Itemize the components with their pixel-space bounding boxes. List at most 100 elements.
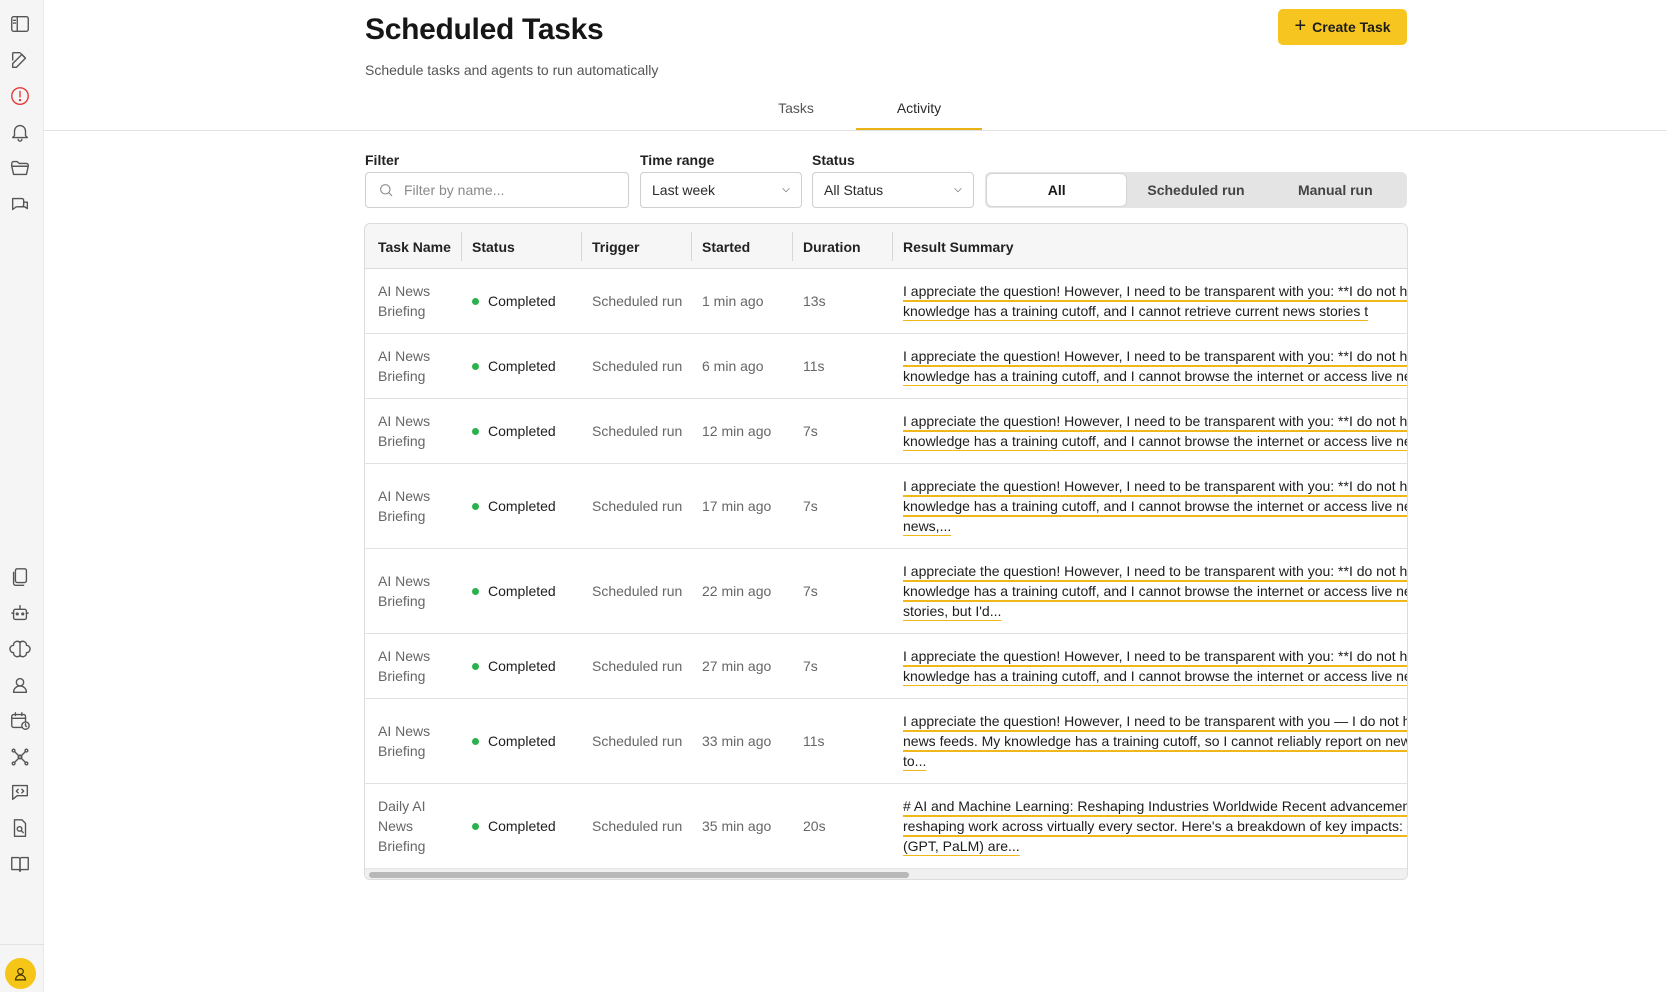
page-subtitle: Schedule tasks and agents to run automat… xyxy=(365,62,659,78)
create-task-button[interactable]: + Create Task xyxy=(1278,9,1407,45)
sidebar-toggle-icon[interactable] xyxy=(8,12,32,36)
search-field[interactable] xyxy=(365,172,629,208)
documents-icon[interactable] xyxy=(8,565,32,589)
network-icon[interactable] xyxy=(8,745,32,769)
chevron-down-icon xyxy=(954,187,962,193)
status-text: Completed xyxy=(488,293,556,309)
calendar-clock-icon[interactable] xyxy=(8,709,32,733)
status-text: Completed xyxy=(488,423,556,439)
started-cell: 12 min ago xyxy=(702,423,772,439)
table-row[interactable]: AI News Briefing Completed Scheduled run … xyxy=(365,399,1407,464)
tab-tasks[interactable]: Tasks xyxy=(770,100,822,116)
user-avatar[interactable] xyxy=(5,958,36,989)
table-row[interactable]: AI News Briefing Completed Scheduled run … xyxy=(365,549,1407,634)
column-resize-handle[interactable] xyxy=(792,232,793,261)
activity-table: Task Name Status Trigger Started Duratio… xyxy=(364,223,1408,880)
new-chat-icon[interactable] xyxy=(8,48,32,72)
segment-manual-run[interactable]: Manual run xyxy=(1266,174,1405,206)
task-name: AI News Briefing xyxy=(378,648,431,684)
status-dot xyxy=(472,427,479,435)
duration-cell: 11s xyxy=(803,358,825,374)
result-summary-link[interactable]: # AI and Machine Learning: Reshaping Ind… xyxy=(903,796,1407,856)
status-text: Completed xyxy=(488,583,556,599)
result-summary-link[interactable]: I appreciate the question! However, I ne… xyxy=(903,411,1407,451)
sidebar xyxy=(0,0,44,992)
trigger-cell: Scheduled run xyxy=(592,498,683,514)
code-chat-icon[interactable] xyxy=(8,780,32,804)
status-dot xyxy=(472,587,479,595)
page-title: Scheduled Tasks xyxy=(365,13,604,46)
segment-scheduled-run[interactable]: Scheduled run xyxy=(1126,174,1265,206)
status-cell: Completed xyxy=(472,421,556,441)
filter-label: Filter xyxy=(365,152,400,168)
column-resize-handle[interactable] xyxy=(581,232,582,261)
column-header-status[interactable]: Status xyxy=(472,224,515,269)
status-cell: Completed xyxy=(472,731,556,751)
book-icon[interactable] xyxy=(8,852,32,876)
status-cell: Completed xyxy=(472,816,556,836)
table-row[interactable]: AI News Briefing Completed Scheduled run … xyxy=(365,269,1407,334)
column-resize-handle[interactable] xyxy=(892,232,893,261)
duration-cell: 20s xyxy=(803,818,826,834)
task-name: AI News Briefing xyxy=(378,488,431,524)
column-header-trigger[interactable]: Trigger xyxy=(592,224,639,269)
status-text: Completed xyxy=(488,498,556,514)
result-summary-link[interactable]: I appreciate the question! However, I ne… xyxy=(903,561,1407,621)
time-range-label: Time range xyxy=(640,152,715,168)
duration-cell: 7s xyxy=(803,423,818,439)
folder-icon[interactable] xyxy=(8,156,32,180)
search-icon xyxy=(380,184,393,197)
trigger-segmented-control: All Scheduled run Manual run xyxy=(985,172,1407,208)
started-cell: 6 min ago xyxy=(702,358,764,374)
column-header-started[interactable]: Started xyxy=(702,224,750,269)
duration-cell: 7s xyxy=(803,498,818,514)
result-summary-link[interactable]: I appreciate the question! However, I ne… xyxy=(903,281,1407,321)
status-select[interactable]: All Status xyxy=(812,172,974,208)
task-name: AI News Briefing xyxy=(378,413,431,449)
status-label: Status xyxy=(812,152,855,168)
result-summary-link[interactable]: I appreciate the question! However, I ne… xyxy=(903,476,1407,536)
alert-icon[interactable] xyxy=(8,84,32,108)
time-range-select[interactable]: Last week xyxy=(640,172,802,208)
table-row[interactable]: AI News Briefing Completed Scheduled run … xyxy=(365,464,1407,549)
brain-icon[interactable] xyxy=(8,637,32,661)
table-row[interactable]: AI News Briefing Completed Scheduled run … xyxy=(365,699,1407,784)
horizontal-scrollbar[interactable] xyxy=(365,868,1407,879)
segment-all[interactable]: All xyxy=(987,174,1127,206)
duration-cell: 7s xyxy=(803,583,818,599)
result-summary-link[interactable]: I appreciate the question! However, I ne… xyxy=(903,646,1407,686)
result-summary-link[interactable]: I appreciate the question! However, I ne… xyxy=(903,346,1407,386)
started-cell: 35 min ago xyxy=(702,818,772,834)
document-search-icon[interactable] xyxy=(8,816,32,840)
tab-activity[interactable]: Activity xyxy=(856,100,982,116)
plus-icon: + xyxy=(1294,15,1307,37)
table-row[interactable]: AI News Briefing Completed Scheduled run … xyxy=(365,634,1407,699)
status-dot xyxy=(472,297,479,305)
task-name: AI News Briefing xyxy=(378,723,431,759)
column-header-result-summary[interactable]: Result Summary xyxy=(903,224,1013,269)
status-value: All Status xyxy=(824,182,884,198)
robot-icon[interactable] xyxy=(8,601,32,625)
status-dot xyxy=(472,502,479,510)
result-summary-link[interactable]: I appreciate the question! However, I ne… xyxy=(903,711,1407,771)
trigger-cell: Scheduled run xyxy=(592,293,683,309)
table-row[interactable]: AI News Briefing Completed Scheduled run … xyxy=(365,334,1407,399)
user-headset-icon[interactable] xyxy=(8,673,32,697)
column-header-duration[interactable]: Duration xyxy=(803,224,861,269)
column-resize-handle[interactable] xyxy=(461,232,462,261)
table-header: Task Name Status Trigger Started Duratio… xyxy=(365,224,1407,269)
status-cell: Completed xyxy=(472,581,556,601)
status-cell: Completed xyxy=(472,496,556,516)
bell-icon[interactable] xyxy=(8,120,32,144)
started-cell: 22 min ago xyxy=(702,583,772,599)
column-header-task-name[interactable]: Task Name xyxy=(378,224,451,269)
task-name: AI News Briefing xyxy=(378,283,431,319)
chat-bubbles-icon[interactable] xyxy=(8,192,32,216)
status-text: Completed xyxy=(488,818,556,834)
started-cell: 33 min ago xyxy=(702,733,772,749)
table-row[interactable]: Daily AI News Briefing Completed Scheduled… xyxy=(365,784,1407,869)
status-text: Completed xyxy=(488,658,556,674)
column-resize-handle[interactable] xyxy=(691,232,692,261)
scrollbar-thumb[interactable] xyxy=(369,872,909,878)
search-input[interactable] xyxy=(404,182,614,198)
